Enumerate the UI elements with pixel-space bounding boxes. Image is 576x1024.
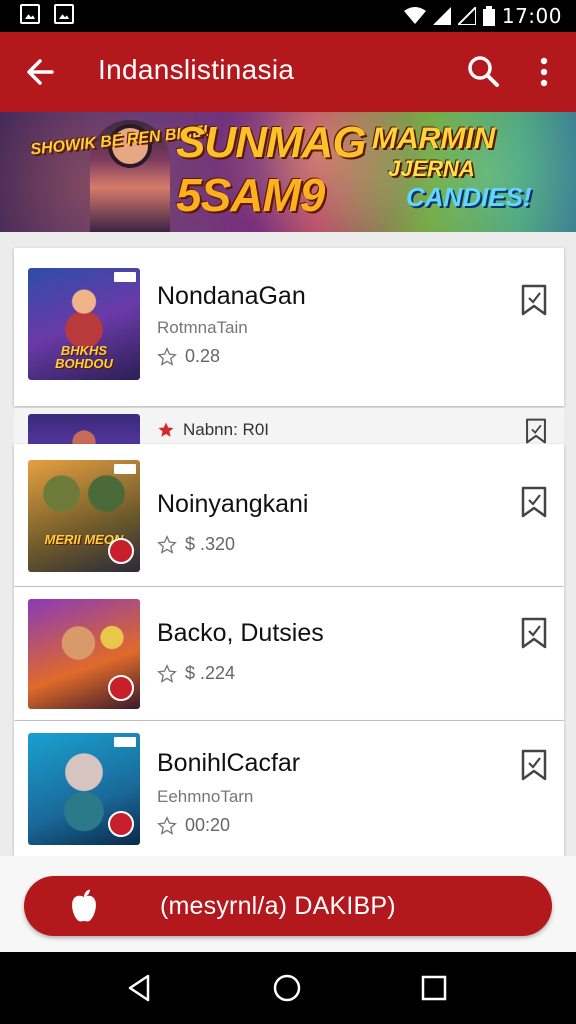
image-notification-icon (54, 4, 74, 24)
item-rating: $ .320 (157, 534, 235, 555)
item-subtitle: EehmnoTarn (157, 787, 254, 806)
status-bar: 17:00 (0, 0, 576, 32)
item-rating: $ .224 (157, 663, 235, 684)
item-title: NondanaGan (157, 282, 306, 310)
game-thumbnail (28, 414, 140, 448)
list-item[interactable]: BHKHS BOHDOU NondanaGan RotmnaTain 0.28 (14, 248, 564, 406)
star-outline-icon (157, 534, 177, 554)
bottom-action-area: (mesyrnl/a) DAKIBP) (0, 856, 576, 952)
list-item-partial[interactable]: Nabnn: R0I (14, 408, 564, 448)
item-rating: 0.28 (157, 346, 220, 367)
system-nav-bar (0, 952, 576, 1024)
signal-2-icon (457, 7, 476, 25)
item-title: Noinyangkani (157, 490, 309, 518)
item-title: BonihlCacfar (157, 749, 301, 777)
game-thumbnail (28, 599, 140, 709)
wifi-icon (403, 7, 426, 24)
bookmark-icon[interactable] (520, 284, 548, 316)
banner-center-text-2: 5SAM9 (176, 169, 325, 221)
battery-icon (482, 6, 495, 26)
arrow-left-icon[interactable] (22, 54, 58, 90)
app-bar: Indanslistinasia (0, 32, 576, 112)
download-button-label: (mesyrnl/a) DAKIBP) (160, 892, 396, 920)
apple-icon (72, 889, 96, 922)
item-rating: 00:20 (157, 815, 230, 836)
star-outline-icon (157, 663, 177, 683)
search-icon[interactable] (466, 54, 500, 88)
list-item[interactable]: Backo, Dutsies $ .224 (14, 587, 564, 720)
list-item[interactable]: BonihlCacfar EehmnoTarn 00:20 (14, 721, 564, 856)
page-title: Indanslistinasia (98, 54, 295, 85)
gallery-notification-icon (20, 4, 40, 24)
bookmark-icon[interactable] (520, 617, 548, 649)
star-filled-icon (158, 422, 174, 437)
game-thumbnail: MERII MEON (28, 460, 140, 572)
bookmark-icon[interactable] (524, 418, 548, 444)
bookmark-icon[interactable] (520, 749, 548, 781)
star-outline-icon (157, 815, 177, 835)
bookmark-icon[interactable] (520, 486, 548, 518)
game-thumbnail: BHKHS BOHDOU (28, 268, 140, 380)
signal-icon (432, 7, 451, 25)
banner-right-text-1: MARMIN (372, 122, 496, 155)
banner-right-text-3: CANDIES! (406, 182, 532, 212)
download-button[interactable]: (mesyrnl/a) DAKIBP) (24, 876, 552, 936)
item-title: Backo, Dutsies (157, 619, 324, 647)
banner-center-text-1: SUNMAG (176, 118, 367, 167)
item-subtitle: RotmnaTain (157, 318, 248, 337)
nav-recents-icon[interactable] (418, 972, 450, 1004)
list-item[interactable]: MERII MEON Noinyangkani $ .320 (14, 444, 564, 586)
item-partial-label: Nabnn: R0I (183, 420, 269, 439)
game-thumbnail (28, 733, 140, 845)
clock: 17:00 (501, 4, 562, 28)
nav-back-icon[interactable] (124, 972, 156, 1004)
banner-right-text-2: JJERNA (388, 156, 475, 181)
more-vert-icon[interactable] (528, 54, 560, 90)
star-outline-icon (157, 346, 177, 366)
nav-home-icon[interactable] (271, 972, 303, 1004)
promo-banner[interactable]: SHOWIK BE REN BHIEL SUNMAG 5SAM9 MARMIN … (0, 112, 576, 232)
